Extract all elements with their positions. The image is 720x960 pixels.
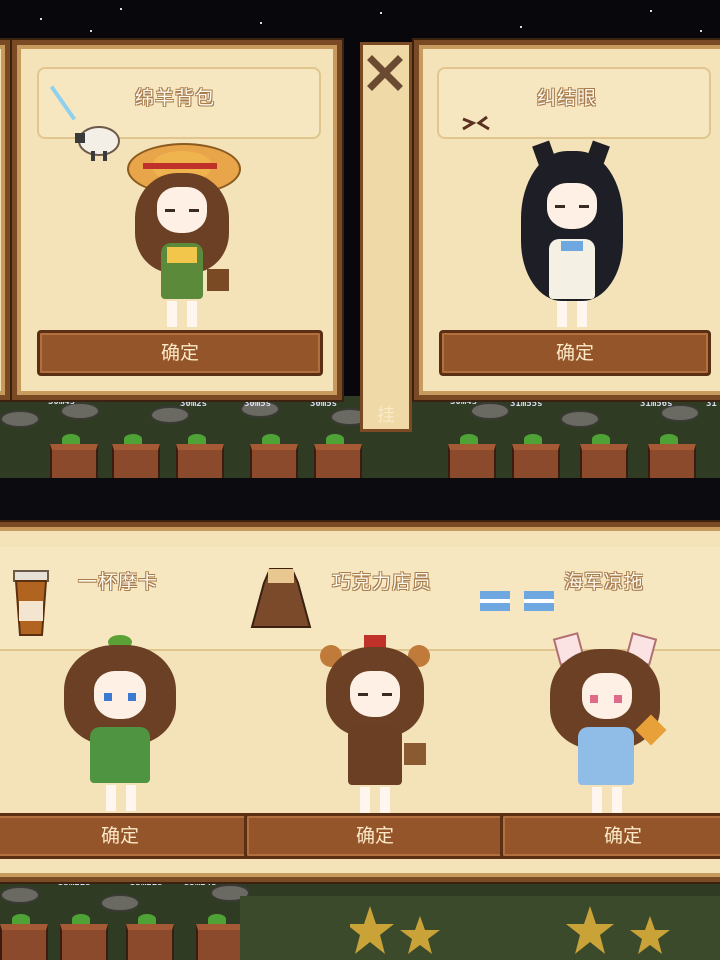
- chocolate-dress-icon: [250, 568, 312, 628]
- character-avatar: [546, 632, 667, 815]
- confirm-button[interactable]: 确定: [0, 813, 250, 859]
- plant-timer: 30m5s: [244, 399, 272, 409]
- item-name: 巧克力店员: [332, 571, 433, 593]
- character-avatar: [60, 635, 180, 815]
- item-name: 海军凉拖: [564, 571, 645, 593]
- confirm-button[interactable]: 确定: [500, 813, 720, 859]
- side-tab-label[interactable]: 挂: [377, 401, 395, 427]
- plant-timer: 30m2s: [180, 399, 208, 409]
- plant-timer: 31m55s: [510, 399, 543, 409]
- confirm-button[interactable]: 确定: [37, 330, 323, 376]
- confirm-button[interactable]: 确定: [244, 813, 506, 859]
- reward-card-tangled-eyes: 纠结眼 确定: [414, 40, 720, 400]
- tangled-eyes-icon: [462, 115, 490, 131]
- garden-ground-bottom: [0, 876, 720, 960]
- character-avatar: [517, 140, 627, 333]
- navy-sandals-icon: [480, 591, 554, 611]
- character-avatar: [127, 143, 241, 333]
- item-name: 一杯摩卡: [78, 571, 159, 593]
- adjacent-card-edge: [0, 40, 10, 400]
- plant-timer: 31m56s: [640, 399, 673, 409]
- sheep-backpack-icon: [49, 85, 120, 161]
- plant-timer: 31: [706, 399, 717, 409]
- confirm-button[interactable]: 确定: [439, 330, 711, 376]
- reward-card-sheep-backpack: 绵羊背包 确定: [12, 40, 342, 400]
- mocha-cup-icon: [13, 570, 49, 636]
- star-rating-icon: [350, 906, 670, 954]
- screen-divider: [0, 478, 720, 524]
- plant-timer: 30m5s: [310, 399, 338, 409]
- item-name: 纠结眼: [537, 87, 598, 109]
- item-name: 绵羊背包: [135, 87, 216, 109]
- side-tab-panel: 挂: [360, 42, 412, 432]
- close-x-icon[interactable]: [367, 55, 403, 91]
- reward-strip: 一杯摩卡 确定 巧克力店员 确定 海军凉拖 确定: [0, 522, 720, 882]
- character-avatar: [320, 635, 430, 815]
